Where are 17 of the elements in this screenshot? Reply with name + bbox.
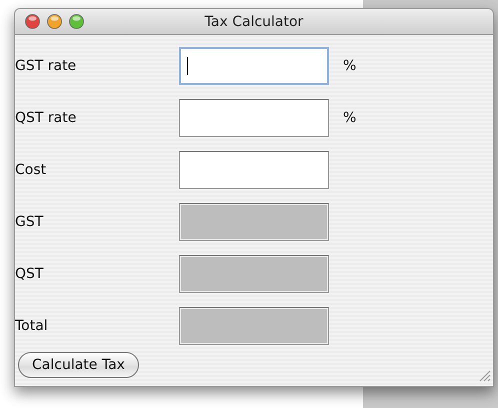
calculate-button[interactable]: Calculate Tax [18, 352, 139, 378]
resize-grip-icon[interactable] [477, 368, 491, 382]
field-label: QST [15, 266, 44, 282]
window-title: Tax Calculator [204, 14, 304, 30]
window-control-icon[interactable] [25, 14, 40, 29]
field-label: Total [15, 318, 49, 334]
window-control-icon[interactable] [47, 14, 62, 29]
field-label: QST rate [15, 110, 78, 126]
field-label: GST rate [15, 58, 78, 74]
field-label: GST [15, 214, 44, 230]
input-field[interactable] [179, 47, 329, 85]
unit-label: % [343, 58, 356, 74]
field-label: Cost [15, 162, 48, 178]
unit-label: % [343, 110, 356, 126]
window-control-icon[interactable] [69, 14, 84, 29]
input-field[interactable] [179, 99, 329, 137]
input-field[interactable] [179, 151, 329, 189]
